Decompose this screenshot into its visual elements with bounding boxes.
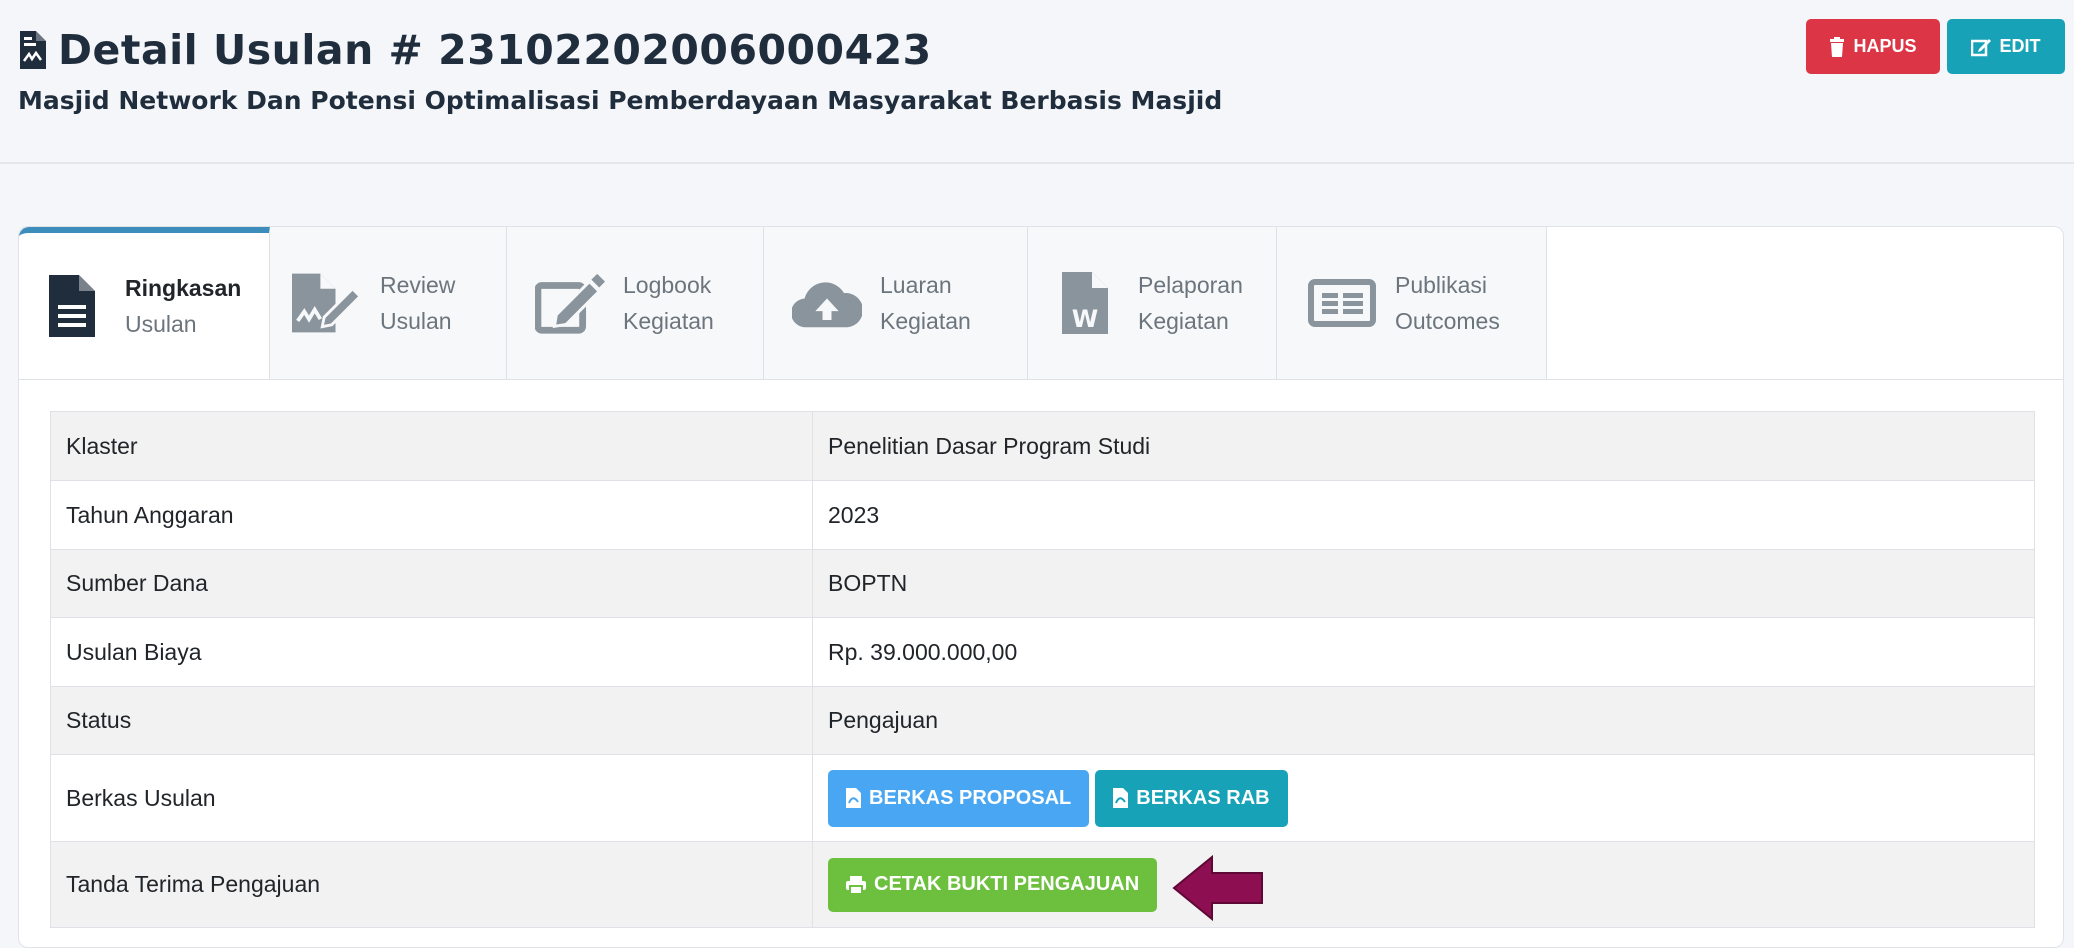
row-value: Rp. 39.000.000,00 — [812, 617, 2035, 687]
row-value: Pengajuan — [812, 686, 2035, 755]
tab-label-line2: Kegiatan — [1138, 308, 1229, 334]
file-signature-icon — [20, 31, 46, 69]
file-text-icon — [37, 271, 107, 341]
trash-icon — [1830, 36, 1845, 57]
berkas-proposal-label: BERKAS PROPOSAL — [869, 786, 1072, 809]
detail-table: Klaster Penelitian Dasar Program Studi T… — [50, 411, 2035, 928]
tab-label-line1: Luaran — [880, 272, 952, 298]
file-signature-icon — [292, 268, 362, 338]
row-label: Tahun Anggaran — [50, 480, 813, 550]
table-row: Usulan Biaya Rp. 39.000.000,00 — [50, 617, 2035, 687]
row-label: Klaster — [50, 411, 813, 481]
newspaper-icon — [1307, 268, 1377, 338]
cloud-upload-icon — [792, 268, 862, 338]
row-label: Usulan Biaya — [50, 617, 813, 687]
edit-icon — [535, 268, 605, 338]
row-label: Sumber Dana — [50, 549, 813, 618]
tab-bar: Ringkasan Usulan Review Usulan Logbook K… — [19, 227, 2063, 380]
tab-label-line1: Review — [380, 272, 456, 298]
tab-logbook-kegiatan[interactable]: Logbook Kegiatan — [507, 227, 764, 379]
table-row: Klaster Penelitian Dasar Program Studi — [50, 411, 2035, 481]
arrow-left-icon — [1172, 855, 1263, 921]
tab-label-line2: Kegiatan — [880, 308, 971, 334]
cetak-bukti-label: CETAK BUKTI PENGAJUAN — [874, 873, 1140, 895]
page-title: Detail Usulan # 231022020060004​23 — [58, 26, 932, 74]
table-row: Status Pengajuan — [50, 686, 2035, 755]
tab-pelaporan-kegiatan[interactable]: W Pelaporan Kegiatan — [1028, 227, 1277, 379]
title-row: Detail Usulan # 231022020060004​23 — [18, 26, 932, 74]
tab-label-line1: Ringkasan — [125, 275, 242, 301]
detail-card: Ringkasan Usulan Review Usulan Logbook K… — [18, 226, 2064, 948]
edit-button[interactable]: EDIT — [1947, 19, 2065, 74]
berkas-rab-label: BERKAS RAB — [1136, 786, 1270, 809]
tab-label-line1: Logbook — [623, 272, 712, 298]
tab-label-line2: Kegiatan — [623, 308, 714, 334]
table-row: Tanda Terima Pengajuan CETAK BUKTI PENGA… — [50, 841, 2035, 928]
tab-ringkasan-usulan[interactable]: Ringkasan Usulan — [19, 227, 270, 379]
print-icon — [846, 875, 866, 894]
row-value: BOPTN — [812, 549, 2035, 618]
berkas-rab-button[interactable]: BERKAS RAB — [1095, 769, 1288, 827]
tab-publikasi-outcomes[interactable]: Publikasi Outcomes — [1277, 227, 1547, 379]
row-value: 2023 — [812, 480, 2035, 550]
svg-text:W: W — [1072, 305, 1098, 333]
row-value: BERKAS PROPOSAL BERKAS RAB — [812, 754, 2035, 842]
file-pdf-icon — [846, 788, 861, 808]
berkas-proposal-button[interactable]: BERKAS PROPOSAL — [828, 769, 1090, 827]
row-label: Tanda Terima Pengajuan — [50, 841, 813, 928]
edit-icon — [1971, 38, 1992, 56]
file-word-icon: W — [1050, 268, 1120, 338]
hapus-button[interactable]: HAPUS — [1806, 19, 1940, 74]
tab-label-line2: Usulan — [380, 308, 452, 334]
row-value: Penelitian Dasar Program Studi — [812, 411, 2035, 481]
file-pdf-icon — [1113, 788, 1129, 808]
tab-label-line1: Pelaporan — [1138, 272, 1243, 298]
row-label: Status — [50, 686, 813, 755]
row-label: Berkas Usulan — [50, 754, 813, 842]
table-row: Tahun Anggaran 2023 — [50, 480, 2035, 550]
table-row: Berkas Usulan BERKAS PROPOSAL BERKAS RAB — [50, 754, 2035, 842]
table-row: Sumber Dana BOPTN — [50, 549, 2035, 618]
tab-label-line2: Outcomes — [1395, 308, 1500, 334]
page-subtitle: Masjid Network Dan Potensi Optimalisasi … — [18, 86, 1223, 115]
content-header: Detail Usulan # 231022020060004​23 Masji… — [0, 0, 2074, 164]
row-value: CETAK BUKTI PENGAJUAN — [812, 841, 2035, 928]
tab-label-line2: Usulan — [125, 311, 197, 337]
edit-label: EDIT — [1999, 36, 2041, 56]
tab-review-usulan[interactable]: Review Usulan — [270, 227, 507, 379]
tab-label-line1: Publikasi — [1395, 272, 1488, 298]
cetak-bukti-pengajuan-button[interactable]: CETAK BUKTI PENGAJUAN — [828, 857, 1158, 912]
hapus-label: HAPUS — [1853, 36, 1917, 56]
tab-luaran-kegiatan[interactable]: Luaran Kegiatan — [764, 227, 1028, 379]
